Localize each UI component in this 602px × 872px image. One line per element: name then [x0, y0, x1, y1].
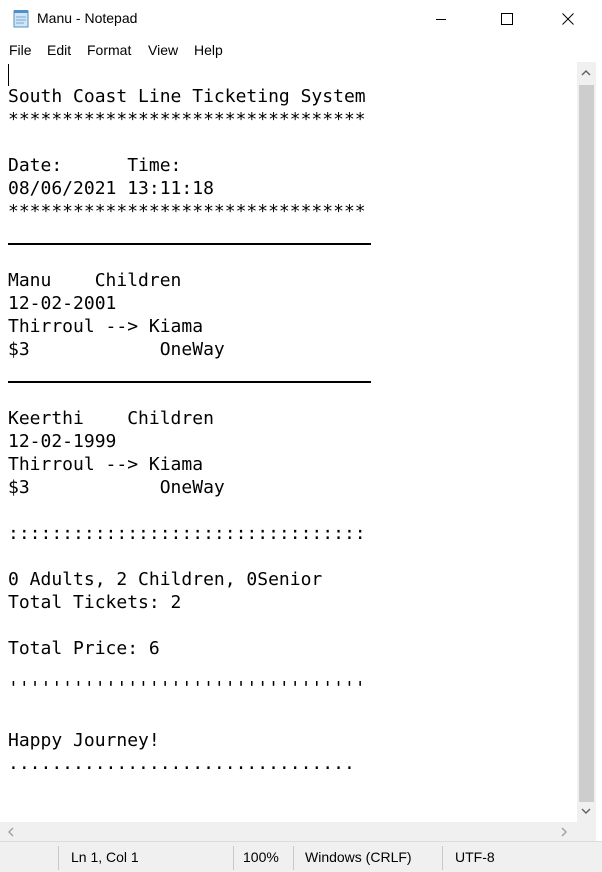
- total-tickets: Total Tickets: 2: [8, 592, 182, 613]
- ticket-counts: 0 Adults, 2 Children, 0Senior: [8, 569, 323, 590]
- vertical-scrollbar[interactable]: [577, 62, 596, 822]
- text-editor[interactable]: South Coast Line Ticketing System ******…: [0, 62, 577, 822]
- scroll-left-icon[interactable]: [5, 826, 17, 838]
- close-icon: [562, 13, 574, 25]
- status-divider: [442, 846, 443, 870]
- line-ending: Windows (CRLF): [305, 849, 412, 865]
- farewell-message: Happy Journey!: [8, 730, 160, 751]
- scrollbar-corner: [577, 822, 596, 841]
- passenger-route: Thirroul --> Kiama: [8, 454, 204, 475]
- scroll-up-icon[interactable]: [580, 67, 592, 79]
- menu-format[interactable]: Format: [87, 42, 131, 58]
- maximize-icon: [501, 13, 513, 25]
- minimize-button[interactable]: [418, 0, 464, 38]
- passenger-route: Thirroul --> Kiama: [8, 316, 204, 337]
- status-divider: [233, 846, 234, 870]
- menu-file[interactable]: File: [9, 42, 32, 58]
- menu-bar: File Edit Format View Help: [0, 38, 602, 62]
- cursor-position: Ln 1, Col 1: [71, 849, 139, 865]
- notepad-icon: [13, 10, 29, 28]
- status-bar: Ln 1, Col 1 100% Windows (CRLF) UTF-8: [0, 841, 602, 872]
- colon-separator: :::::::::::::::::::::::::::::::::: [8, 523, 366, 544]
- text-caret: [8, 64, 9, 86]
- menu-edit[interactable]: Edit: [47, 42, 71, 58]
- title-bar[interactable]: Manu - Notepad: [0, 0, 602, 38]
- encoding: UTF-8: [455, 849, 495, 865]
- passenger-name-type: Manu Children: [8, 270, 182, 291]
- close-button[interactable]: [545, 0, 591, 38]
- total-price: Total Price: 6: [8, 638, 160, 659]
- star-separator: *********************************: [8, 109, 366, 130]
- scroll-right-icon[interactable]: [558, 826, 570, 838]
- passenger-dob: 12-02-2001: [8, 293, 117, 314]
- window-edge: [596, 62, 602, 872]
- star-separator: *********************************: [8, 201, 366, 222]
- horizontal-rule: [8, 243, 371, 245]
- passenger-fare: $3 OneWay: [8, 339, 225, 360]
- zoom-level: 100%: [243, 849, 279, 865]
- horizontal-scrollbar[interactable]: [0, 822, 577, 841]
- menu-view[interactable]: View: [148, 42, 178, 58]
- window-title: Manu - Notepad: [37, 10, 138, 26]
- passenger-fare: $3 OneWay: [8, 477, 225, 498]
- date-time-label: Date: Time:: [8, 155, 182, 176]
- ticket-header: South Coast Line Ticketing System: [8, 86, 366, 107]
- scroll-down-icon[interactable]: [580, 805, 592, 817]
- notepad-window: Manu - Notepad File Edit Format View Hel…: [0, 0, 602, 872]
- menu-help[interactable]: Help: [194, 42, 223, 58]
- passenger-dob: 12-02-1999: [8, 431, 117, 452]
- dot-separator: ................................: [8, 753, 355, 774]
- maximize-button[interactable]: [484, 0, 530, 38]
- passenger-name-type: Keerthi Children: [8, 408, 214, 429]
- status-divider: [58, 846, 59, 870]
- minimize-icon: [436, 19, 446, 20]
- quote-separator: ''''''''''''''''''''''''''''''''': [8, 678, 366, 699]
- date-time-value: 08/06/2021 13:11:18: [8, 178, 214, 199]
- horizontal-rule: [8, 381, 371, 383]
- status-divider: [293, 846, 294, 870]
- vertical-scroll-thumb[interactable]: [579, 85, 594, 802]
